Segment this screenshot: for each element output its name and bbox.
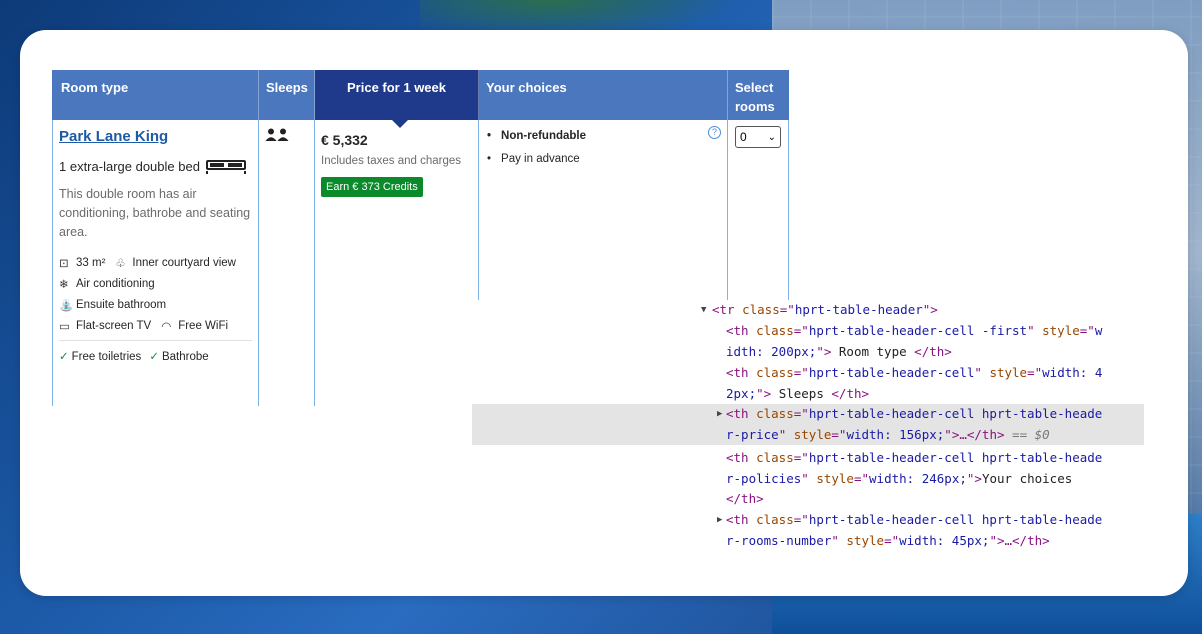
choice-pay-in-advance: • Pay in advance: [487, 153, 580, 165]
room-type-cell: Park Lane King 1 extra-large double bed …: [52, 120, 259, 406]
room-description: This double room has air conditioning, b…: [59, 187, 251, 239]
room-view: Inner courtyard view: [132, 256, 236, 269]
taxes-note: Includes taxes and charges: [321, 155, 462, 167]
tv-icon: ▭: [59, 321, 70, 333]
dt-node-th-room-type[interactable]: <th class="hprt-table-header-cell -first…: [472, 321, 1144, 362]
price-cell: € 5,332 Includes taxes and charges Earn …: [315, 120, 479, 406]
dt-node-tr[interactable]: ▼ <tr class="hprt-table-header">: [472, 300, 1144, 321]
dt-node-th-sleeps[interactable]: <th class="hprt-table-header-cell" style…: [472, 363, 1144, 404]
wifi-label: Free WiFi: [178, 319, 229, 332]
tv-label: Flat-screen TV: [76, 319, 152, 332]
table-header-row: Room type Sleeps Price for 1 week Your c…: [52, 70, 789, 128]
dt-node-th-policies[interactable]: <th class="hprt-table-header-cell hprt-t…: [472, 448, 1144, 510]
dt-node-th-rooms-number[interactable]: ▶ <th class="hprt-table-header-cell hprt-…: [472, 510, 1144, 551]
aircon-label: Air conditioning: [76, 277, 155, 290]
header-choices[interactable]: Your choices: [479, 70, 728, 120]
facilities: ⊡ 33 m² ♧ Inner courtyard view ❄ Air condit…: [59, 256, 252, 363]
header-sleeps[interactable]: Sleeps: [259, 70, 315, 120]
room-size: 33 m²: [76, 256, 106, 269]
dt-node-th-price-selected[interactable]: ▶ <th class="hprt-table-header-cell hprt-…: [472, 404, 1144, 445]
shower-icon: ⛲: [59, 300, 74, 312]
check-icon: ✓: [149, 351, 159, 363]
help-icon[interactable]: ?: [708, 126, 721, 139]
bed-info: 1 extra-large double bed: [59, 158, 252, 174]
choice-non-refundable: • Non-refundable: [487, 130, 587, 142]
rooms-select-value: 0: [740, 130, 747, 144]
bathroom-label: Ensuite bathroom: [76, 298, 167, 311]
price-amount: € 5,332: [321, 132, 368, 148]
rooms-select[interactable]: 0 ⌄: [735, 126, 781, 148]
room-name-link[interactable]: Park Lane King: [59, 128, 252, 145]
bathrobe-label: Bathrobe: [161, 351, 209, 363]
header-price[interactable]: Price for 1 week: [315, 70, 479, 128]
check-icon: ✓: [59, 351, 69, 363]
credits-badge: Earn € 373 Credits: [321, 177, 423, 197]
two-persons-icon: [265, 128, 289, 141]
sleeps-cell: [259, 120, 315, 406]
expand-closed-icon[interactable]: ▶: [717, 404, 722, 425]
chevron-down-icon: ⌄: [767, 131, 776, 143]
header-room-type[interactable]: Room type: [52, 70, 259, 120]
expand-open-icon[interactable]: ▼: [701, 300, 706, 321]
view-icon: ♧: [115, 258, 126, 270]
double-bed-icon: [205, 160, 246, 174]
devtools-elements-panel: ▼ <tr class="hprt-table-header"> <th clas…: [472, 300, 1144, 554]
snowflake-icon: ❄: [59, 279, 69, 291]
facilities-divider: [59, 340, 252, 341]
toiletries-label: Free toiletries: [71, 351, 142, 363]
bed-label: 1 extra-large double bed: [59, 158, 200, 174]
expand-closed-icon[interactable]: ▶: [717, 510, 722, 531]
room-size-icon: ⊡: [59, 258, 69, 270]
header-select-rooms[interactable]: Select rooms: [728, 70, 789, 120]
wifi-icon: ◠: [161, 321, 172, 333]
